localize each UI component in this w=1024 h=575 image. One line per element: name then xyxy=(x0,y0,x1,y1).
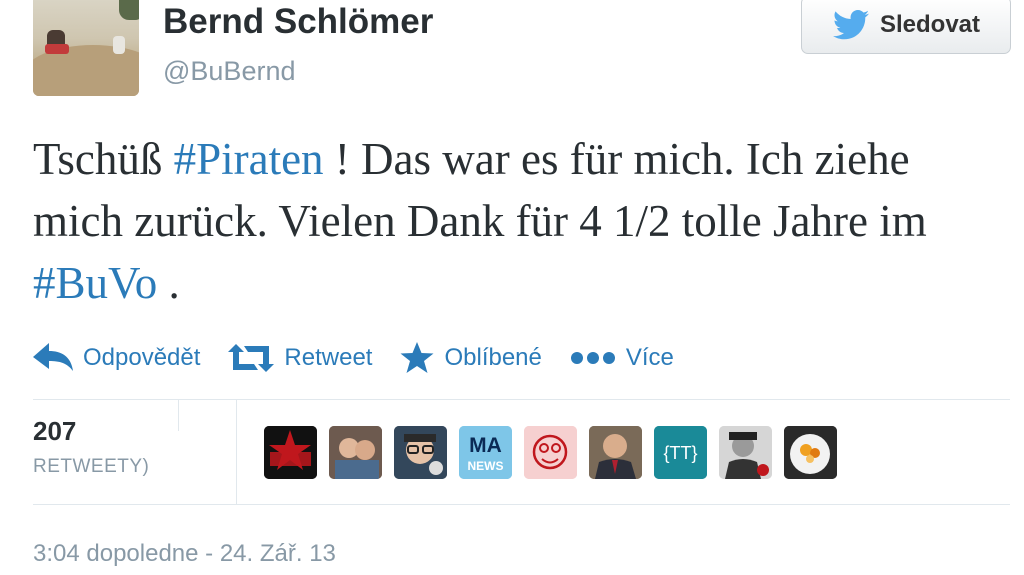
retweeter-avatar[interactable] xyxy=(394,426,447,479)
avatar-person-jacket xyxy=(45,44,69,54)
retweet-count[interactable]: 207 xyxy=(33,416,76,447)
divider-top xyxy=(33,399,1010,400)
retweeter-avatar[interactable] xyxy=(784,426,837,479)
retweeter-avatar[interactable] xyxy=(719,426,772,479)
retweeter-avatar[interactable] xyxy=(329,426,382,479)
stat-divider xyxy=(236,399,237,504)
retweeter-avatars: MA NEWS {TT} xyxy=(264,426,837,479)
avatar-tree xyxy=(119,0,139,20)
tweet-text-part: . xyxy=(157,258,180,308)
tweet-actions: Odpovědět Retweet Oblíbené Více xyxy=(33,336,702,380)
retweeter-avatar[interactable]: {TT} xyxy=(654,426,707,479)
hashtag-link[interactable]: #Piraten xyxy=(174,134,324,184)
username[interactable]: @BuBernd xyxy=(163,56,295,87)
person-suit-image xyxy=(589,426,642,479)
retweet-count-label: RETWEETY) xyxy=(33,456,150,477)
follow-button-label: Sledovat xyxy=(879,11,981,38)
more-button[interactable]: Více xyxy=(570,344,674,372)
more-label: Více xyxy=(625,344,674,371)
more-dots-icon xyxy=(570,352,615,364)
avatar-person-2 xyxy=(113,36,125,54)
tweet-text: Tschüß #Piraten ! Das war es für mich. I… xyxy=(33,128,993,314)
retweet-icon xyxy=(228,344,275,372)
retweet-button[interactable]: Retweet xyxy=(228,344,372,372)
profile-avatar[interactable] xyxy=(33,0,139,96)
tweet-text-part: Tschüß xyxy=(33,134,174,184)
person-photo-image xyxy=(329,426,382,479)
reply-label: Odpovědět xyxy=(83,344,201,371)
hashtag-link[interactable]: #BuVo xyxy=(33,258,157,308)
ma-news-logo: MA NEWS xyxy=(459,426,512,479)
retweeter-avatar[interactable] xyxy=(589,426,642,479)
divider-bottom xyxy=(33,504,1010,505)
retweeter-avatar[interactable] xyxy=(524,426,577,479)
favorite-label: Oblíbené xyxy=(444,344,542,371)
cartoon-drawing-image xyxy=(524,426,577,479)
tweet-timestamp[interactable]: 3:04 dopoledne - 24. Zář. 13 xyxy=(33,540,336,568)
display-name[interactable]: Bernd Schlömer xyxy=(163,2,433,42)
stat-divider-small xyxy=(178,399,179,431)
retweeter-avatar[interactable]: MA NEWS xyxy=(459,426,512,479)
tt-logo: {TT} xyxy=(654,426,707,479)
follow-button[interactable]: Sledovat xyxy=(801,0,1011,54)
retweeter-avatar[interactable] xyxy=(264,426,317,479)
reply-icon xyxy=(33,343,73,371)
red-star-image xyxy=(264,426,317,479)
bw-portrait-image xyxy=(719,426,772,479)
reply-button[interactable]: Odpovědět xyxy=(33,343,200,373)
twitter-bird-icon xyxy=(832,10,869,40)
retweet-label: Retweet xyxy=(284,344,373,371)
food-plate-image xyxy=(784,426,837,479)
person-glasses-image xyxy=(394,426,447,479)
star-icon xyxy=(400,342,434,373)
tt-logo-text: {TT} xyxy=(663,443,697,463)
ma-news-logo-subtext: NEWS xyxy=(468,459,504,473)
favorite-button[interactable]: Oblíbené xyxy=(400,342,542,374)
ma-news-logo-text: MA xyxy=(469,434,502,457)
